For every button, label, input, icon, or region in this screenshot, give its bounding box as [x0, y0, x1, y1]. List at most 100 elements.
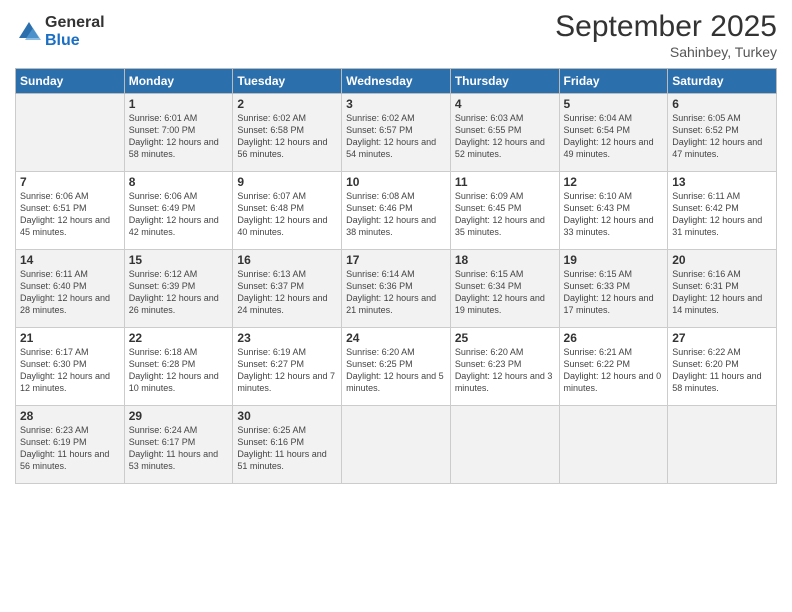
- day-info: Sunrise: 6:07 AMSunset: 6:48 PMDaylight:…: [237, 191, 327, 237]
- day-info: Sunrise: 6:11 AMSunset: 6:40 PMDaylight:…: [20, 269, 110, 315]
- day-number: 29: [129, 409, 229, 423]
- day-info: Sunrise: 6:21 AMSunset: 6:22 PMDaylight:…: [564, 347, 662, 393]
- day-info: Sunrise: 6:03 AMSunset: 6:55 PMDaylight:…: [455, 113, 545, 159]
- day-info: Sunrise: 6:02 AMSunset: 6:58 PMDaylight:…: [237, 113, 327, 159]
- day-info: Sunrise: 6:10 AMSunset: 6:43 PMDaylight:…: [564, 191, 654, 237]
- calendar-cell-2-6: 12 Sunrise: 6:10 AMSunset: 6:43 PMDaylig…: [559, 172, 668, 250]
- calendar-cell-2-2: 8 Sunrise: 6:06 AMSunset: 6:49 PMDayligh…: [124, 172, 233, 250]
- month-title: September 2025: [555, 10, 777, 44]
- calendar-week-1: 1 Sunrise: 6:01 AMSunset: 7:00 PMDayligh…: [16, 94, 777, 172]
- calendar-cell-2-5: 11 Sunrise: 6:09 AMSunset: 6:45 PMDaylig…: [450, 172, 559, 250]
- day-info: Sunrise: 6:19 AMSunset: 6:27 PMDaylight:…: [237, 347, 335, 393]
- day-info: Sunrise: 6:15 AMSunset: 6:33 PMDaylight:…: [564, 269, 654, 315]
- day-number: 6: [672, 97, 772, 111]
- logo: General Blue: [15, 14, 105, 49]
- day-info: Sunrise: 6:22 AMSunset: 6:20 PMDaylight:…: [672, 347, 761, 393]
- calendar-cell-3-1: 14 Sunrise: 6:11 AMSunset: 6:40 PMDaylig…: [16, 250, 125, 328]
- day-number: 27: [672, 331, 772, 345]
- day-number: 20: [672, 253, 772, 267]
- day-info: Sunrise: 6:06 AMSunset: 6:51 PMDaylight:…: [20, 191, 110, 237]
- day-info: Sunrise: 6:25 AMSunset: 6:16 PMDaylight:…: [237, 425, 326, 471]
- weekday-header-row: Sunday Monday Tuesday Wednesday Thursday…: [16, 69, 777, 94]
- calendar-cell-4-1: 21 Sunrise: 6:17 AMSunset: 6:30 PMDaylig…: [16, 328, 125, 406]
- day-number: 15: [129, 253, 229, 267]
- calendar-cell-4-4: 24 Sunrise: 6:20 AMSunset: 6:25 PMDaylig…: [342, 328, 451, 406]
- calendar-cell-3-4: 17 Sunrise: 6:14 AMSunset: 6:36 PMDaylig…: [342, 250, 451, 328]
- calendar-cell-2-3: 9 Sunrise: 6:07 AMSunset: 6:48 PMDayligh…: [233, 172, 342, 250]
- logo-blue: Blue: [45, 32, 105, 50]
- day-number: 14: [20, 253, 120, 267]
- logo-text: General Blue: [45, 14, 105, 49]
- day-info: Sunrise: 6:11 AMSunset: 6:42 PMDaylight:…: [672, 191, 762, 237]
- calendar-table: Sunday Monday Tuesday Wednesday Thursday…: [15, 68, 777, 484]
- calendar-cell-1-3: 2 Sunrise: 6:02 AMSunset: 6:58 PMDayligh…: [233, 94, 342, 172]
- calendar-cell-5-5: [450, 406, 559, 484]
- logo-general: General: [45, 14, 105, 32]
- day-number: 24: [346, 331, 446, 345]
- day-number: 11: [455, 175, 555, 189]
- calendar-cell-4-5: 25 Sunrise: 6:20 AMSunset: 6:23 PMDaylig…: [450, 328, 559, 406]
- calendar-cell-1-5: 4 Sunrise: 6:03 AMSunset: 6:55 PMDayligh…: [450, 94, 559, 172]
- day-number: 30: [237, 409, 337, 423]
- header-thursday: Thursday: [450, 69, 559, 94]
- header-monday: Monday: [124, 69, 233, 94]
- day-number: 7: [20, 175, 120, 189]
- calendar-cell-5-7: [668, 406, 777, 484]
- day-number: 28: [20, 409, 120, 423]
- day-info: Sunrise: 6:17 AMSunset: 6:30 PMDaylight:…: [20, 347, 110, 393]
- calendar-cell-1-2: 1 Sunrise: 6:01 AMSunset: 7:00 PMDayligh…: [124, 94, 233, 172]
- calendar-cell-4-3: 23 Sunrise: 6:19 AMSunset: 6:27 PMDaylig…: [233, 328, 342, 406]
- calendar-cell-1-4: 3 Sunrise: 6:02 AMSunset: 6:57 PMDayligh…: [342, 94, 451, 172]
- calendar-cell-1-7: 6 Sunrise: 6:05 AMSunset: 6:52 PMDayligh…: [668, 94, 777, 172]
- day-number: 25: [455, 331, 555, 345]
- day-info: Sunrise: 6:05 AMSunset: 6:52 PMDaylight:…: [672, 113, 762, 159]
- day-number: 4: [455, 97, 555, 111]
- header-tuesday: Tuesday: [233, 69, 342, 94]
- day-info: Sunrise: 6:16 AMSunset: 6:31 PMDaylight:…: [672, 269, 762, 315]
- calendar-cell-1-6: 5 Sunrise: 6:04 AMSunset: 6:54 PMDayligh…: [559, 94, 668, 172]
- day-number: 2: [237, 97, 337, 111]
- day-number: 5: [564, 97, 664, 111]
- day-number: 19: [564, 253, 664, 267]
- day-info: Sunrise: 6:08 AMSunset: 6:46 PMDaylight:…: [346, 191, 436, 237]
- day-info: Sunrise: 6:01 AMSunset: 7:00 PMDaylight:…: [129, 113, 219, 159]
- calendar-week-2: 7 Sunrise: 6:06 AMSunset: 6:51 PMDayligh…: [16, 172, 777, 250]
- day-number: 17: [346, 253, 446, 267]
- calendar-cell-2-1: 7 Sunrise: 6:06 AMSunset: 6:51 PMDayligh…: [16, 172, 125, 250]
- calendar-week-5: 28 Sunrise: 6:23 AMSunset: 6:19 PMDaylig…: [16, 406, 777, 484]
- day-number: 26: [564, 331, 664, 345]
- day-number: 13: [672, 175, 772, 189]
- day-number: 8: [129, 175, 229, 189]
- day-info: Sunrise: 6:14 AMSunset: 6:36 PMDaylight:…: [346, 269, 436, 315]
- day-info: Sunrise: 6:20 AMSunset: 6:25 PMDaylight:…: [346, 347, 444, 393]
- day-number: 10: [346, 175, 446, 189]
- day-info: Sunrise: 6:02 AMSunset: 6:57 PMDaylight:…: [346, 113, 436, 159]
- day-number: 12: [564, 175, 664, 189]
- calendar-week-4: 21 Sunrise: 6:17 AMSunset: 6:30 PMDaylig…: [16, 328, 777, 406]
- calendar-header: Sunday Monday Tuesday Wednesday Thursday…: [16, 69, 777, 94]
- title-area: September 2025 Sahinbey, Turkey: [555, 10, 777, 60]
- calendar-cell-4-7: 27 Sunrise: 6:22 AMSunset: 6:20 PMDaylig…: [668, 328, 777, 406]
- day-info: Sunrise: 6:13 AMSunset: 6:37 PMDaylight:…: [237, 269, 327, 315]
- day-number: 21: [20, 331, 120, 345]
- calendar-cell-3-3: 16 Sunrise: 6:13 AMSunset: 6:37 PMDaylig…: [233, 250, 342, 328]
- day-number: 16: [237, 253, 337, 267]
- subtitle: Sahinbey, Turkey: [555, 44, 777, 60]
- calendar-cell-4-6: 26 Sunrise: 6:21 AMSunset: 6:22 PMDaylig…: [559, 328, 668, 406]
- day-info: Sunrise: 6:18 AMSunset: 6:28 PMDaylight:…: [129, 347, 219, 393]
- calendar-cell-5-4: [342, 406, 451, 484]
- calendar-cell-3-7: 20 Sunrise: 6:16 AMSunset: 6:31 PMDaylig…: [668, 250, 777, 328]
- header-saturday: Saturday: [668, 69, 777, 94]
- calendar-cell-2-7: 13 Sunrise: 6:11 AMSunset: 6:42 PMDaylig…: [668, 172, 777, 250]
- calendar-cell-5-3: 30 Sunrise: 6:25 AMSunset: 6:16 PMDaylig…: [233, 406, 342, 484]
- logo-icon: [15, 18, 43, 46]
- calendar-cell-3-2: 15 Sunrise: 6:12 AMSunset: 6:39 PMDaylig…: [124, 250, 233, 328]
- day-number: 3: [346, 97, 446, 111]
- day-number: 9: [237, 175, 337, 189]
- calendar-cell-3-6: 19 Sunrise: 6:15 AMSunset: 6:33 PMDaylig…: [559, 250, 668, 328]
- day-number: 1: [129, 97, 229, 111]
- day-info: Sunrise: 6:23 AMSunset: 6:19 PMDaylight:…: [20, 425, 109, 471]
- calendar-cell-4-2: 22 Sunrise: 6:18 AMSunset: 6:28 PMDaylig…: [124, 328, 233, 406]
- header-wednesday: Wednesday: [342, 69, 451, 94]
- day-number: 22: [129, 331, 229, 345]
